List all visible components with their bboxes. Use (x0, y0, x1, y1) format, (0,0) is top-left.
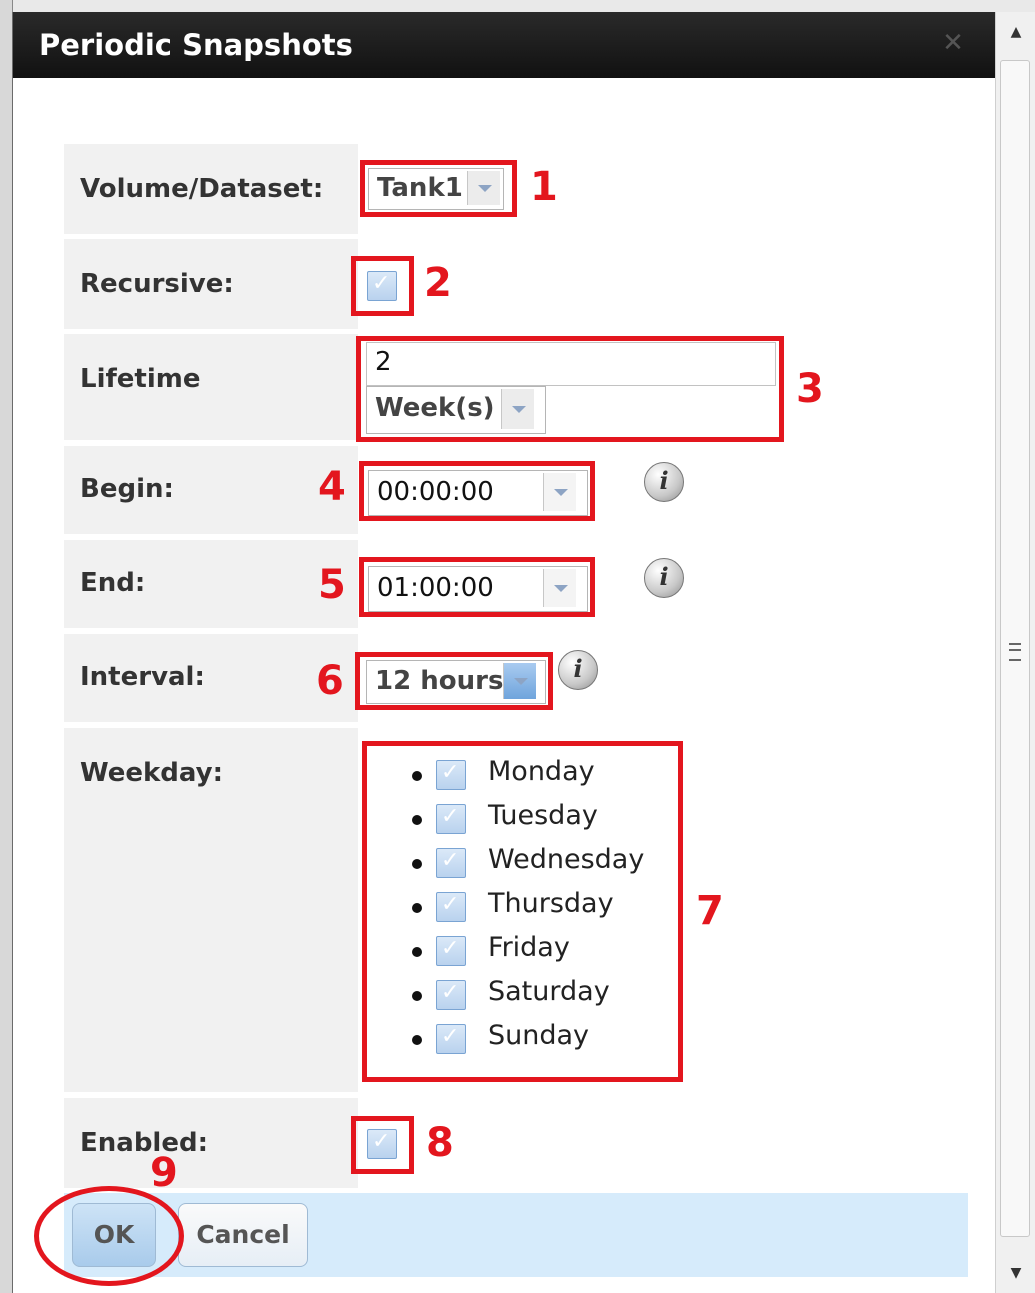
scroll-thumb[interactable] (1000, 60, 1030, 1237)
dialog-titlebar: Periodic Snapshots ✕ (13, 12, 996, 78)
row-enabled: Enabled: (64, 1098, 968, 1188)
dialog-title: Periodic Snapshots (39, 28, 353, 62)
info-icon[interactable]: i (644, 558, 684, 598)
scroll-down-arrow[interactable]: ▼ (996, 1253, 1035, 1293)
close-icon[interactable]: ✕ (940, 30, 966, 56)
annotation-number-4: 4 (318, 464, 346, 510)
info-icon[interactable]: i (558, 650, 598, 690)
recursive-label: Recursive: (80, 269, 234, 299)
annotation-number-3: 3 (796, 366, 824, 412)
annotation-number-9: 9 (150, 1150, 178, 1196)
annotation-number-7: 7 (696, 888, 724, 934)
annotation-box-3 (356, 336, 784, 442)
annotation-number-6: 6 (316, 658, 344, 704)
annotation-box-2 (351, 256, 414, 316)
interval-label: Interval: (80, 662, 205, 692)
annotation-box-6 (355, 652, 553, 710)
enabled-label: Enabled: (80, 1128, 208, 1158)
annotation-circle-9 (34, 1186, 184, 1286)
annotation-box-5 (359, 557, 595, 617)
annotation-number-1: 1 (530, 164, 558, 210)
scroll-grip-icon (1009, 643, 1021, 661)
lifetime-label: Lifetime (80, 364, 201, 394)
vertical-scrollbar[interactable]: ▲ ▼ (995, 12, 1035, 1293)
annotation-number-8: 8 (426, 1120, 454, 1166)
annotation-box-4 (359, 461, 595, 521)
annotation-box-8 (351, 1116, 414, 1174)
annotation-number-2: 2 (424, 260, 452, 306)
end-label: End: (80, 568, 146, 598)
weekday-label: Weekday: (80, 758, 224, 788)
annotation-box-7 (362, 741, 683, 1082)
background-window-strip (0, 0, 1035, 12)
annotation-number-5: 5 (318, 562, 346, 608)
scroll-up-arrow[interactable]: ▲ (996, 12, 1035, 52)
cancel-button[interactable]: Cancel (178, 1203, 308, 1267)
info-icon[interactable]: i (644, 462, 684, 502)
volume-dataset-label: Volume/Dataset: (80, 174, 324, 204)
annotation-box-1 (360, 160, 517, 217)
row-recursive: Recursive: (64, 239, 968, 329)
begin-label: Begin: (80, 474, 174, 504)
